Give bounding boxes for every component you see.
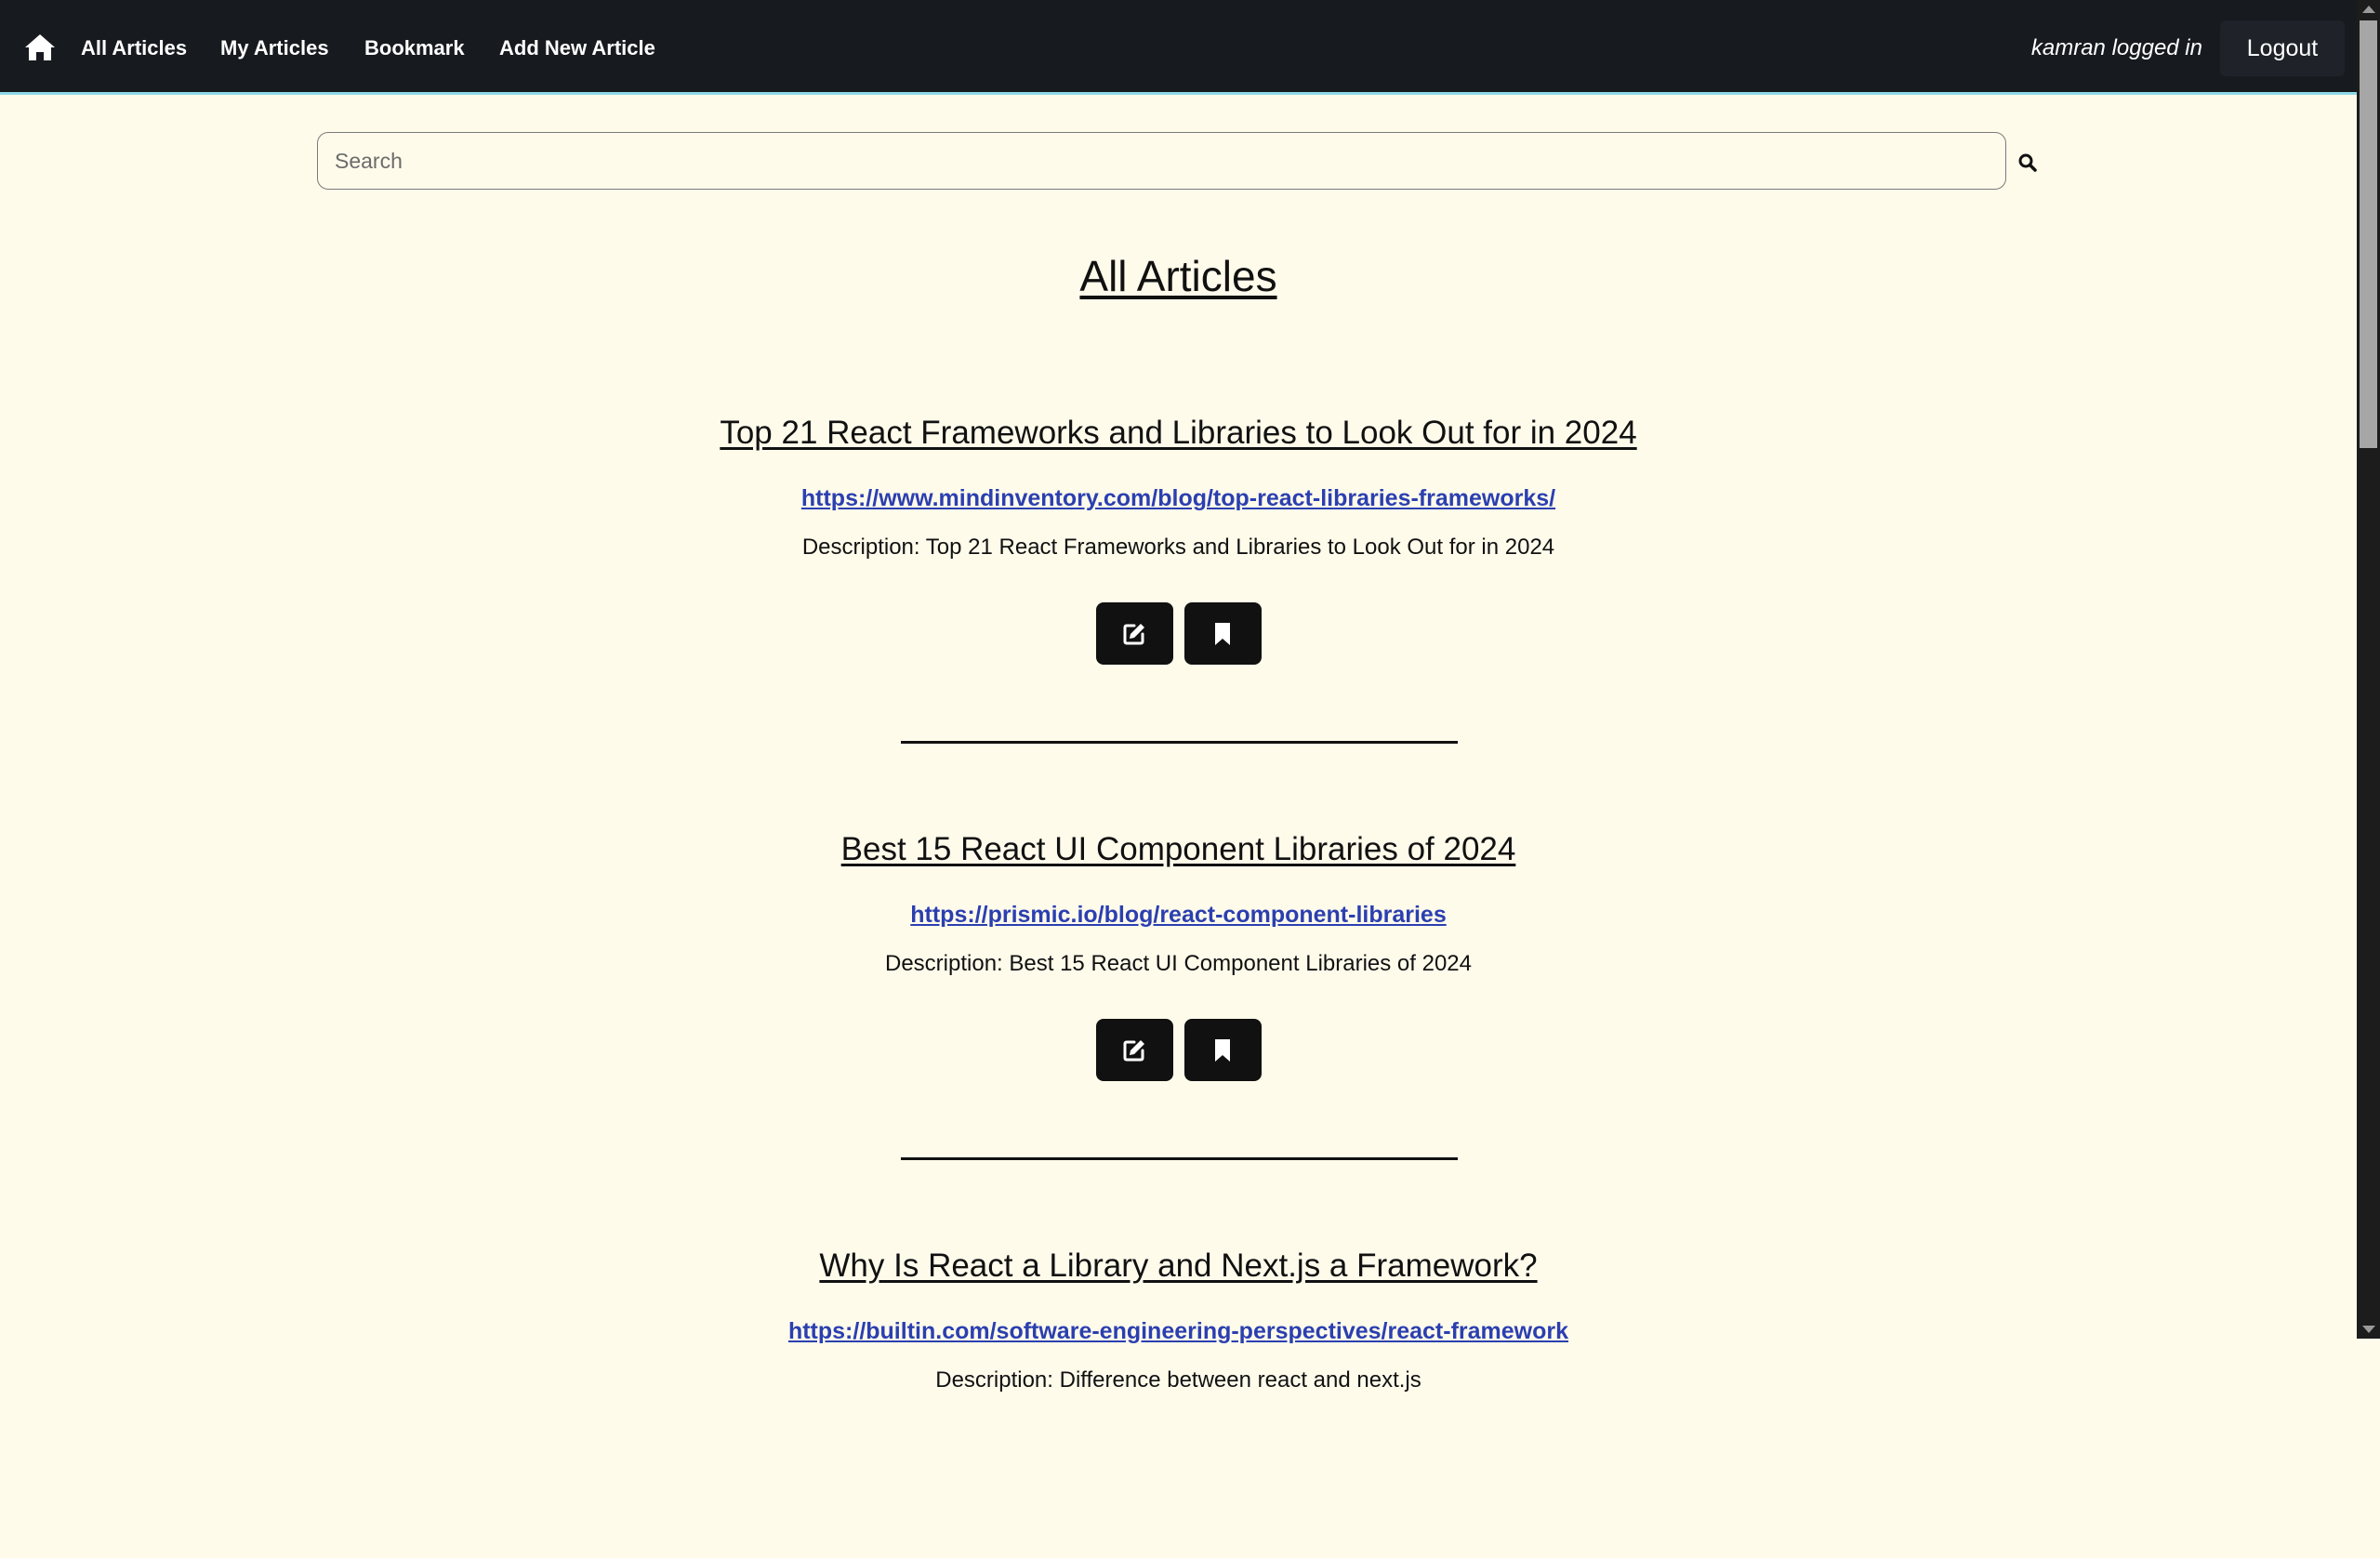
page-title: All Articles [1079,252,1277,300]
scroll-down-arrow-icon[interactable] [2362,1326,2375,1333]
edit-icon [1123,1039,1144,1061]
search-input[interactable] [317,132,2006,190]
nav-link-my-articles[interactable]: My Articles [220,33,329,63]
home-icon[interactable] [24,33,56,62]
edit-article-button[interactable] [1095,1019,1173,1081]
article-url-link[interactable]: https://builtin.com/software-engineering… [788,1318,1568,1344]
page-scrollbar[interactable] [2357,0,2380,1339]
article-actions [0,602,2357,666]
bookmark-icon [1215,1038,1230,1062]
article-card: Best 15 React UI Component Libraries of … [0,725,2357,1160]
article-url-link[interactable]: https://prismic.io/blog/react-component-… [910,902,1446,928]
edit-article-button[interactable] [1095,602,1173,665]
article-card: Why Is React a Library and Next.js a Fra… [0,1142,2357,1558]
bookmark-article-button[interactable] [1183,1019,1262,1081]
top-navbar: All Articles My Articles Bookmark Add Ne… [0,0,2357,95]
article-title[interactable]: Why Is React a Library and Next.js a Fra… [0,1244,2357,1288]
article-title[interactable]: Best 15 React UI Component Libraries of … [0,827,2357,872]
articles-section: All Articles Top 21 React Frameworks and… [0,244,2357,1558]
article-actions [0,1019,2357,1082]
nav-link-bookmark[interactable]: Bookmark [364,33,465,63]
search-icon[interactable] [2017,152,2038,173]
article-card: Top 21 React Frameworks and Libraries to… [0,309,2357,744]
article-title[interactable]: Top 21 React Frameworks and Libraries to… [0,411,2357,456]
bookmark-article-button[interactable] [1183,602,1262,665]
scroll-up-arrow-icon[interactable] [2362,6,2375,13]
user-status: kamran logged in [2030,35,2202,60]
scrollbar-thumb[interactable] [2360,20,2377,448]
article-description: Description: Difference between react an… [935,1367,1421,1393]
nav-link-add-new-article[interactable]: Add New Article [499,33,655,63]
nav-link-all-articles[interactable]: All Articles [81,33,187,63]
edit-icon [1123,623,1144,644]
logout-button[interactable]: Logout [2220,20,2345,76]
article-description: Description: Top 21 React Frameworks and… [801,535,1555,560]
article-description: Description: Best 15 React UI Component … [885,951,1472,976]
article-url-link[interactable]: https://www.mindinventory.com/blog/top-r… [801,485,1555,511]
bookmark-icon [1215,622,1230,645]
